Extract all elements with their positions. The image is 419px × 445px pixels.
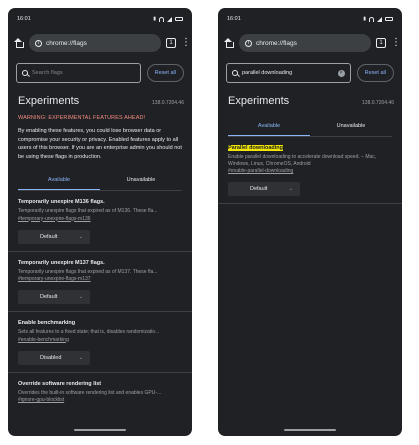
tab-available[interactable]: Available	[228, 117, 310, 136]
flags-search-row: Reset all	[8, 56, 192, 85]
page-title: Experiments	[228, 95, 290, 107]
tab-unavailable[interactable]: Unavailable	[310, 117, 392, 136]
page-header: Experiments 138.0.7204.46	[8, 85, 192, 111]
phone-screen-right: 16:01 ▮ i chrome://flags 1 ⋮ × Reset all…	[218, 8, 402, 436]
flag-name: Temporarily unexpire M136 flags.	[18, 199, 105, 205]
flag-state-select[interactable]: Disabled ⌄	[18, 350, 90, 365]
flag-item: Temporarily unexpire M136 flags. Tempora…	[8, 191, 192, 252]
page-title: Experiments	[18, 95, 80, 107]
warning-text: WARNING: EXPERIMENTAL FEATURES AHEAD!	[18, 115, 146, 121]
search-box[interactable]: ×	[226, 63, 351, 83]
flag-permalink[interactable]: #enable-parallel-downloading	[228, 168, 392, 174]
clear-search-icon[interactable]: ×	[337, 69, 345, 77]
address-bar[interactable]: i chrome://flags	[239, 34, 371, 52]
phone-screen-left: 16:01 ▮ i chrome://flags 1 ⋮ Reset all E…	[8, 8, 192, 436]
chevron-down-icon: ⌄	[288, 186, 293, 192]
status-icons: ▮	[153, 16, 183, 22]
home-icon[interactable]	[223, 37, 234, 49]
flag-state-select[interactable]: Default ⌄	[18, 229, 90, 244]
home-icon[interactable]	[13, 37, 24, 49]
info-icon[interactable]: i	[245, 39, 252, 47]
intro-text: By enabling these features, you could lo…	[18, 128, 182, 160]
more-menu-icon[interactable]: ⋮	[181, 38, 191, 48]
status-bar: 16:01 ▮	[218, 8, 402, 30]
flag-item: Parallel downloading Enable parallel dow…	[218, 137, 402, 204]
flag-state-select[interactable]: Default ⌄	[18, 290, 90, 304]
search-box[interactable]	[16, 63, 141, 83]
search-icon	[232, 70, 238, 76]
address-bar-url: chrome://flags	[46, 39, 87, 47]
status-time: 16:01	[227, 16, 241, 22]
vibrate-icon: ▮	[363, 16, 366, 22]
version-label: 138.0.7204.46	[152, 100, 184, 106]
flag-item: Enable benchmarking Sets all features to…	[8, 312, 192, 373]
flag-tabs: Available Unavailable	[228, 117, 392, 137]
page-header: Experiments 138.0.7204.46	[218, 85, 402, 111]
battery-icon	[385, 17, 393, 21]
wifi-icon	[159, 16, 164, 22]
flag-name: Enable benchmarking	[18, 320, 76, 326]
search-match-highlight: Parallel downloading	[228, 145, 284, 151]
gesture-nav-bar[interactable]	[284, 429, 336, 431]
status-icons: ▮	[363, 16, 393, 22]
gesture-nav-bar[interactable]	[74, 429, 126, 431]
flag-item: Temporarily unexpire M137 flags. Tempora…	[8, 252, 192, 312]
flag-description: Sets all features to a fixed state; that…	[18, 329, 160, 335]
address-bar-url: chrome://flags	[256, 39, 297, 47]
flags-search-row: × Reset all	[218, 56, 402, 85]
search-input[interactable]	[32, 70, 135, 76]
flag-description: Enable parallel downloading to accelerat…	[228, 154, 377, 167]
flag-permalink[interactable]: #temporary-unexpire-flags-m136	[18, 216, 182, 222]
wifi-icon	[369, 16, 374, 22]
browser-toolbar: i chrome://flags 1 ⋮	[8, 30, 192, 56]
chevron-down-icon: ⌄	[78, 354, 83, 361]
flag-permalink[interactable]: #ignore-gpu-blocklist	[18, 397, 182, 403]
tab-switcher-button[interactable]: 1	[166, 38, 176, 48]
address-bar[interactable]: i chrome://flags	[29, 34, 161, 52]
signal-icon	[167, 16, 172, 22]
battery-icon	[175, 17, 183, 21]
flag-description: Temporarily unexpire flags that expired …	[18, 268, 158, 275]
tab-available[interactable]: Available	[18, 171, 100, 190]
reset-all-button[interactable]: Reset all	[356, 64, 394, 82]
search-icon	[22, 70, 28, 76]
flag-permalink[interactable]: #temporary-unexpire-flags-m137	[18, 276, 182, 282]
flag-description: Temporarily unexpire flags that expired …	[18, 208, 158, 214]
flag-tabs: Available Unavailable	[18, 171, 182, 191]
flag-name: Override software rendering list	[18, 380, 102, 387]
chevron-down-icon: ⌄	[78, 294, 83, 300]
flag-item: Override software rendering list Overrid…	[8, 373, 192, 411]
tab-unavailable[interactable]: Unavailable	[100, 171, 182, 190]
reset-all-button[interactable]: Reset all	[146, 64, 184, 82]
status-bar: 16:01 ▮	[8, 8, 192, 30]
tab-switcher-button[interactable]: 1	[376, 38, 386, 48]
flag-name: Temporarily unexpire M137 flags.	[18, 259, 105, 266]
flag-state-select[interactable]: Default ⌄	[228, 182, 300, 196]
flag-name: Parallel downloading	[228, 145, 392, 151]
vibrate-icon: ▮	[153, 16, 156, 22]
more-menu-icon[interactable]: ⋮	[391, 38, 401, 48]
flag-state-value: Default	[40, 233, 58, 240]
flag-state-value: Default	[40, 294, 58, 300]
search-input[interactable]	[242, 70, 334, 76]
info-icon[interactable]: i	[35, 39, 42, 47]
flag-description: Overrides the built-in software renderin…	[18, 389, 162, 396]
signal-icon	[377, 16, 382, 22]
status-time: 16:01	[17, 16, 31, 22]
chevron-down-icon: ⌄	[78, 233, 83, 240]
version-label: 138.0.7204.46	[362, 100, 394, 106]
browser-toolbar: i chrome://flags 1 ⋮	[218, 30, 402, 56]
flag-state-value: Default	[250, 186, 268, 192]
flag-state-value: Disabled	[40, 354, 62, 361]
flag-permalink[interactable]: #enable-benchmarking	[18, 337, 182, 343]
